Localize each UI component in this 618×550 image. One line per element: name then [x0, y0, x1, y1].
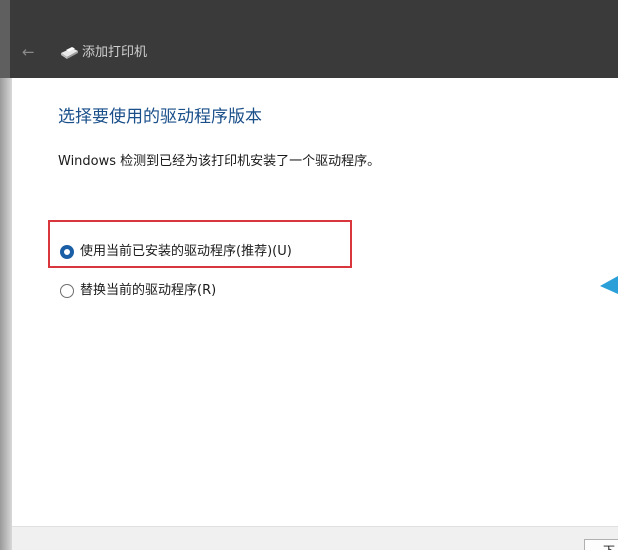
- printer-icon: [61, 47, 78, 59]
- arrow-annotation-icon: [600, 276, 618, 294]
- option-label: 替换当前的驱动程序(R): [80, 283, 217, 298]
- title-bar: ← 添加打印机: [10, 0, 618, 78]
- radio-selected-icon[interactable]: [60, 245, 74, 259]
- dialog-content: 选择要使用的驱动程序版本 Windows 检测到已经为该打印机安装了一个驱动程序…: [12, 78, 618, 526]
- option-use-current-driver[interactable]: 使用当前已安装的驱动程序(推荐)(U): [60, 243, 292, 261]
- window-title: 添加打印机: [82, 45, 148, 60]
- window-edge-shadow: [0, 78, 12, 550]
- dialog-footer: 下: [12, 526, 618, 550]
- option-replace-driver[interactable]: 替换当前的驱动程序(R): [60, 282, 216, 300]
- page-heading: 选择要使用的驱动程序版本: [58, 107, 262, 127]
- radio-unselected-icon[interactable]: [60, 284, 74, 298]
- next-button[interactable]: 下: [584, 539, 618, 550]
- page-description: Windows 检测到已经为该打印机安装了一个驱动程序。: [58, 154, 381, 169]
- option-label: 使用当前已安装的驱动程序(推荐)(U): [80, 244, 292, 259]
- back-arrow-icon[interactable]: ←: [22, 43, 35, 61]
